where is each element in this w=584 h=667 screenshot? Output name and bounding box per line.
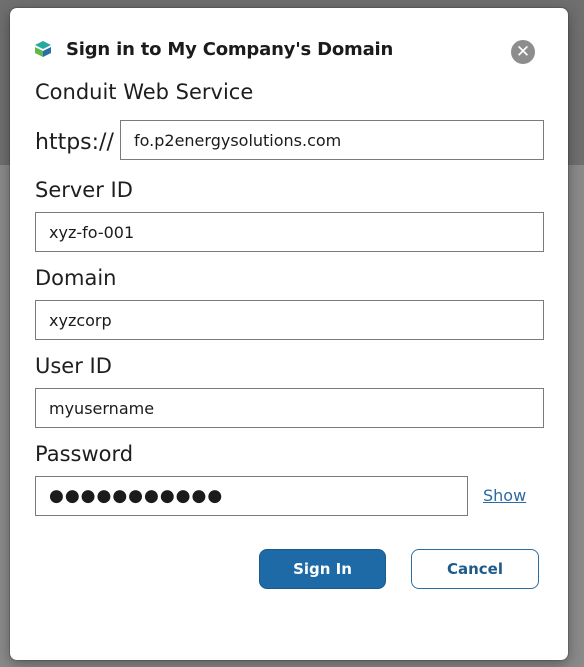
user-id-input[interactable] <box>35 388 544 428</box>
dialog-title: Sign in to My Company's Domain <box>66 38 394 60</box>
domain-input[interactable] <box>35 300 544 340</box>
sign-in-dialog: Sign in to My Company's Domain ✕ Conduit… <box>10 8 568 660</box>
user-id-label: User ID <box>35 354 112 378</box>
server-id-input[interactable] <box>35 212 544 252</box>
conduit-logo-icon <box>34 40 52 58</box>
conduit-service-label: Conduit Web Service <box>35 80 254 104</box>
close-button[interactable]: ✕ <box>511 40 535 64</box>
close-icon: ✕ <box>515 41 531 62</box>
password-input[interactable] <box>35 476 468 516</box>
https-prefix: https:// <box>35 130 114 155</box>
server-id-label: Server ID <box>35 178 133 202</box>
sign-in-button[interactable]: Sign In <box>259 549 386 589</box>
show-password-link[interactable]: Show <box>483 486 526 505</box>
cancel-button[interactable]: Cancel <box>411 549 539 589</box>
dialog-header: Sign in to My Company's Domain <box>34 36 393 62</box>
domain-label: Domain <box>35 266 117 290</box>
service-url-input[interactable] <box>120 120 544 160</box>
password-label: Password <box>35 442 134 466</box>
